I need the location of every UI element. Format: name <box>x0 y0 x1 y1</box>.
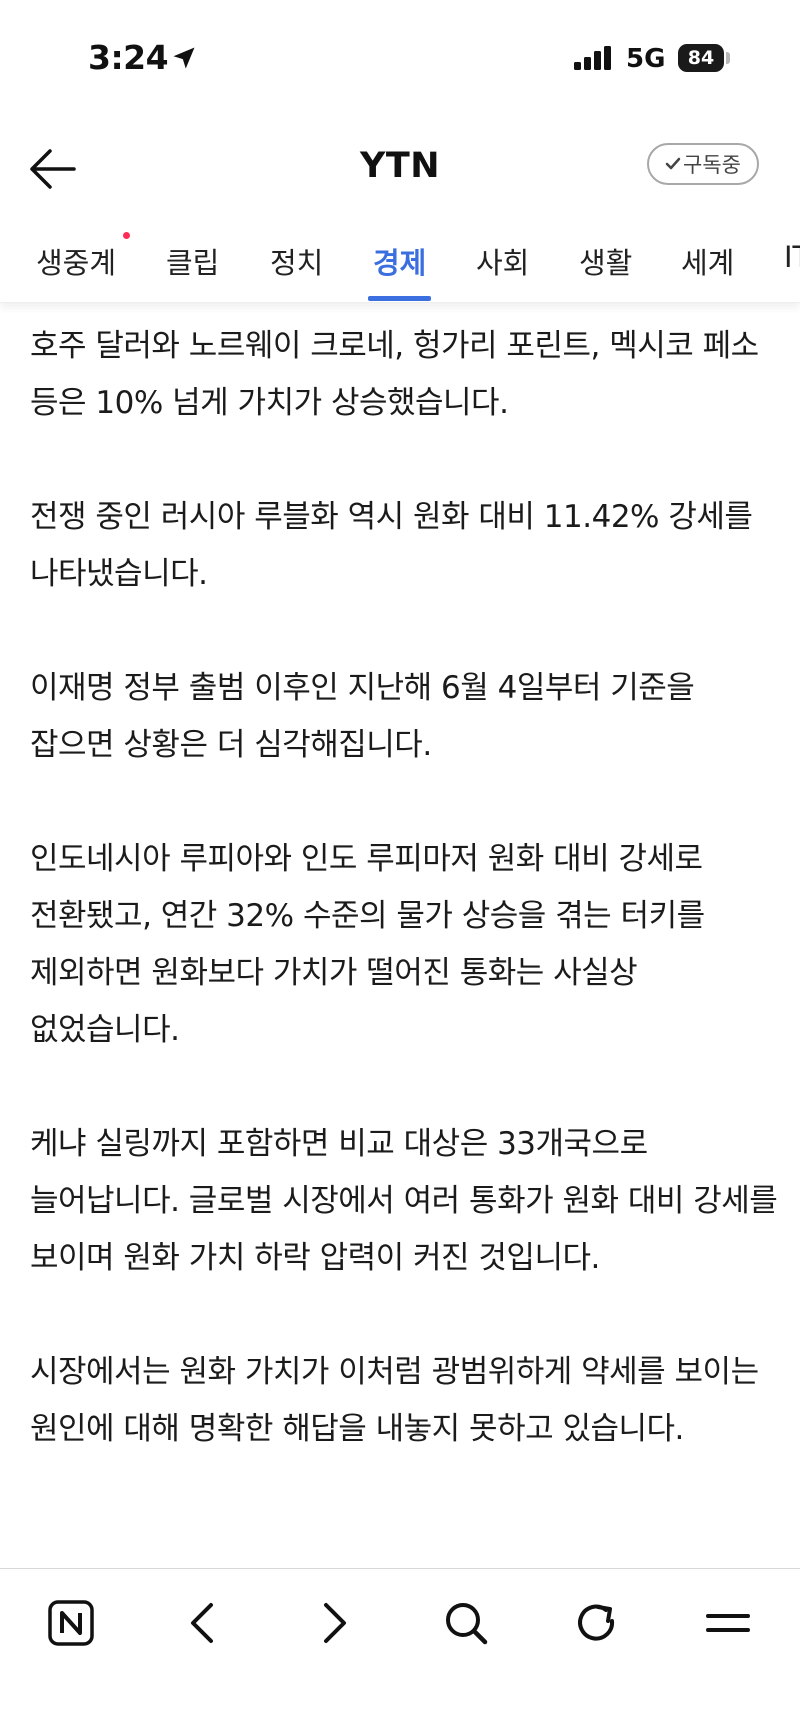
category-tabs: 생중계 클립 정치 경제 사회 생활 세계 IT <box>0 216 800 303</box>
tab-society[interactable]: 사회 <box>476 240 529 282</box>
battery-icon: 84 <box>678 44 724 72</box>
browser-forward-button[interactable] <box>304 1593 364 1653</box>
tab-politics[interactable]: 정치 <box>270 240 323 282</box>
refresh-icon <box>578 1604 615 1641</box>
battery-tip <box>726 52 730 64</box>
subscribe-label: 구독중 <box>683 153 741 177</box>
browser-back-button[interactable] <box>173 1593 233 1653</box>
back-chevron-icon <box>191 1603 213 1643</box>
battery-level: 84 <box>687 47 715 69</box>
naver-home-icon <box>48 1600 94 1646</box>
article-paragraph: 전쟁 중인 러시아 루블화 역시 원화 대비 11.42% 강세를 나타냈습니다… <box>30 499 753 592</box>
naver-home-button[interactable] <box>41 1593 101 1653</box>
refresh-button[interactable] <box>567 1593 627 1653</box>
tab-live[interactable]: 생중계 <box>36 240 116 282</box>
tab-clip[interactable]: 클립 <box>166 240 219 282</box>
article-body: 호주 달러와 노르웨이 크로네, 헝가리 포린트, 멕시코 페소 등은 10% … <box>30 318 780 1515</box>
article-paragraph: 이재명 정부 출범 이후인 지난해 6월 4일부터 기준을 잡으면 상황은 더 … <box>30 670 695 763</box>
location-arrow-icon <box>173 47 195 69</box>
subscribe-button[interactable]: 구독중 <box>647 143 759 185</box>
status-bar: 3:24 5G 84 <box>0 0 800 110</box>
tab-economy[interactable]: 경제 <box>373 240 426 282</box>
cellular-signal-icon <box>574 46 611 70</box>
live-indicator-dot <box>123 232 130 239</box>
network-label: 5G <box>626 44 666 74</box>
tab-it[interactable]: IT <box>784 240 800 274</box>
status-time: 3:24 <box>88 38 169 77</box>
active-tab-underline <box>368 296 431 301</box>
checkmark-icon <box>665 157 681 170</box>
article-paragraph: 인도네시아 루피아와 인도 루피마저 원화 대비 강세로 전환됐고, 연간 32… <box>30 841 705 1048</box>
menu-icon <box>706 1614 750 1632</box>
article-paragraph: 시장에서는 원화 가치가 이처럼 광범위하게 약세를 보이는 원인에 대해 명확… <box>30 1354 759 1447</box>
search-button[interactable] <box>436 1593 496 1653</box>
search-icon <box>446 1603 488 1645</box>
bottom-toolbar <box>0 1568 800 1736</box>
tab-life[interactable]: 생활 <box>579 240 632 282</box>
nav-bar: YTN 구독중 <box>0 120 800 216</box>
menu-button[interactable] <box>698 1593 758 1653</box>
article-paragraph: 호주 달러와 노르웨이 크로네, 헝가리 포린트, 멕시코 페소 등은 10% … <box>30 328 759 421</box>
forward-chevron-icon <box>324 1603 346 1643</box>
tab-world[interactable]: 세계 <box>681 240 734 282</box>
article-paragraph: 케냐 실링까지 포함하면 비교 대상은 33개국으로 늘어납니다. 글로벌 시장… <box>30 1126 778 1276</box>
